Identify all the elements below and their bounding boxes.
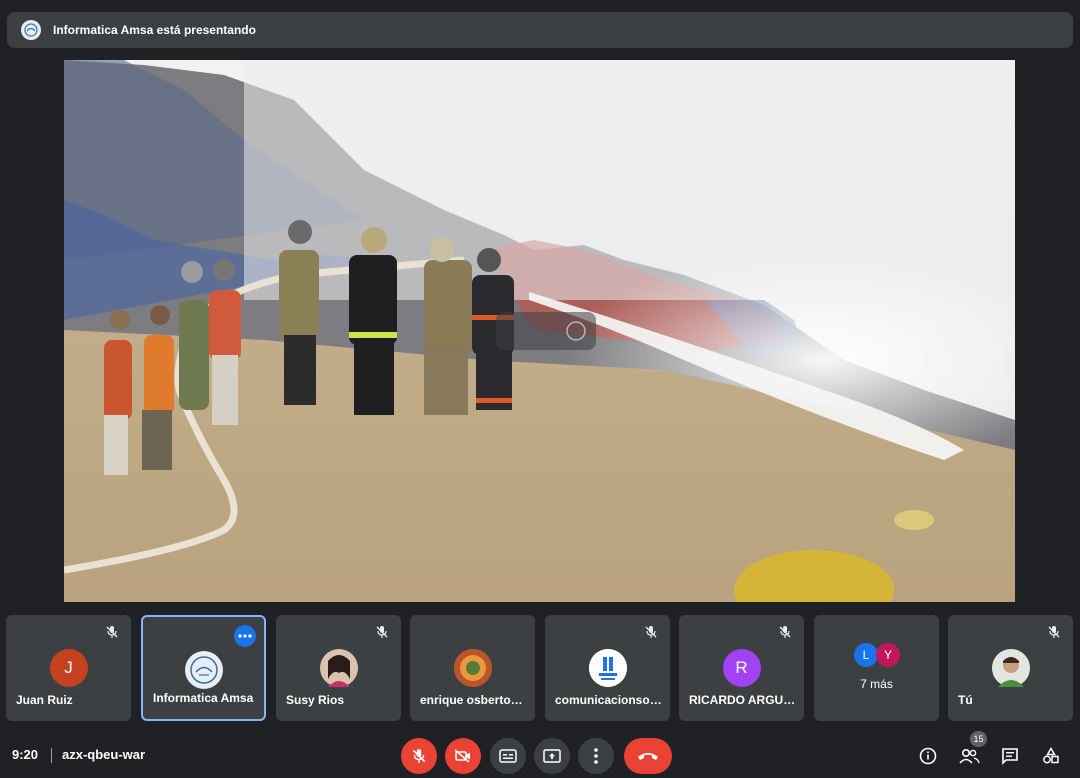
avatar xyxy=(991,649,1030,687)
meeting-details-button[interactable] xyxy=(915,743,941,769)
avatar: L xyxy=(854,643,878,667)
mic-off-icon xyxy=(106,626,118,638)
mic-off-icon xyxy=(412,749,426,763)
amsa-logo-icon xyxy=(189,656,218,684)
people-icon xyxy=(959,748,980,764)
present-screen-icon xyxy=(543,749,561,763)
hang-up-icon xyxy=(638,753,658,760)
participant-strip: J Juan Ruiz Informatica Amsa Susy Rios e… xyxy=(6,615,1074,722)
more-participants-tile[interactable]: L Y 7 más xyxy=(814,615,939,721)
participant-name: Informatica Amsa xyxy=(153,691,254,705)
self-tile[interactable]: Tú xyxy=(948,615,1073,721)
participant-tile[interactable]: comunicacionso… xyxy=(545,615,670,721)
more-participants-label: 7 más xyxy=(860,677,893,691)
avatar: R xyxy=(722,649,761,687)
mic-off-icon xyxy=(645,626,657,638)
bottom-toolbar: 9:20 azx-qbeu-war xyxy=(0,734,1080,778)
participant-tile[interactable]: enrique osberto… xyxy=(410,615,535,721)
avatar: J xyxy=(49,649,88,687)
more-options-button[interactable] xyxy=(578,738,614,774)
presenting-text: Informatica Amsa está presentando xyxy=(53,23,256,37)
activities-button[interactable] xyxy=(1038,743,1064,769)
avatar xyxy=(319,649,358,687)
present-now-button[interactable] xyxy=(534,738,570,774)
avatar: Y xyxy=(876,643,900,667)
avatar xyxy=(453,649,492,687)
participant-name: comunicacionso… xyxy=(555,693,662,707)
more-vert-icon xyxy=(594,748,598,764)
participant-name: Juan Ruiz xyxy=(16,693,73,707)
participant-tile[interactable]: Susy Rios xyxy=(276,615,401,721)
participant-tile[interactable]: R RICARDO ARGU… xyxy=(679,615,804,721)
avatar xyxy=(184,651,223,689)
participant-tile[interactable]: J Juan Ruiz xyxy=(6,615,131,721)
camera-off-icon xyxy=(454,749,470,763)
participant-name: Susy Rios xyxy=(286,693,345,707)
people-count-badge: 15 xyxy=(970,731,987,747)
avatar xyxy=(588,649,627,687)
more-options-icon[interactable] xyxy=(234,625,256,647)
leave-call-button[interactable] xyxy=(624,738,672,774)
mic-off-icon xyxy=(376,626,388,638)
shared-screen-photo xyxy=(64,60,1015,602)
mic-off-icon xyxy=(779,626,791,638)
activities-icon xyxy=(1043,747,1059,764)
meeting-code: azx-qbeu-war xyxy=(62,747,146,762)
microphone-toggle-button[interactable] xyxy=(401,738,437,774)
captions-icon xyxy=(499,749,517,763)
chat-icon xyxy=(1002,748,1018,765)
presenting-banner: Informatica Amsa está presentando xyxy=(7,12,1073,48)
participant-name: RICARDO ARGU… xyxy=(689,693,796,707)
presenter-avatar-icon xyxy=(21,20,41,40)
participant-name: Tú xyxy=(958,693,973,707)
divider xyxy=(51,748,52,763)
participant-name: enrique osberto… xyxy=(420,693,523,707)
camera-toggle-button[interactable] xyxy=(445,738,481,774)
chat-button[interactable] xyxy=(997,743,1023,769)
mic-off-icon xyxy=(1048,626,1060,638)
clock: 9:20 xyxy=(12,747,39,762)
shared-screen[interactable] xyxy=(64,60,1015,602)
info-icon xyxy=(919,747,937,765)
captions-button[interactable] xyxy=(490,738,526,774)
participant-tile-active[interactable]: Informatica Amsa xyxy=(141,615,266,721)
